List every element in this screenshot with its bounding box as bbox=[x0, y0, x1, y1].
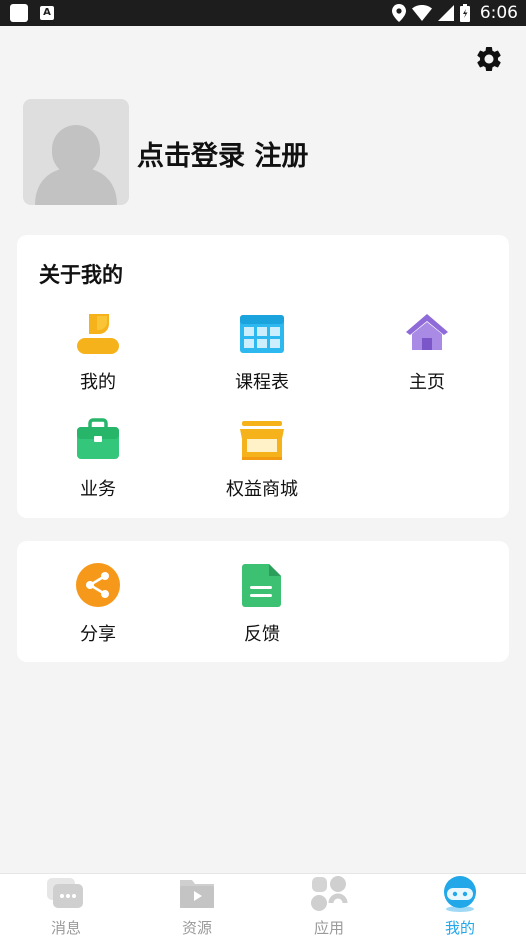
share-icon bbox=[76, 563, 120, 607]
about-me-card: 关于我的 我的 课程表 主页 业务 权益商城 bbox=[17, 235, 509, 518]
grid-item-business[interactable]: 业务 bbox=[38, 417, 158, 501]
grid-item-share[interactable]: 分享 bbox=[38, 562, 158, 646]
grid-item-rights-mall[interactable]: 权益商城 bbox=[202, 417, 322, 501]
tab-label: 消息 bbox=[50, 919, 81, 936]
a-icon: A bbox=[40, 6, 54, 20]
tab-label: 资源 bbox=[181, 919, 212, 936]
shop-icon bbox=[240, 421, 284, 460]
briefcase-icon bbox=[77, 418, 119, 459]
login-register-link[interactable]: 点击登录 注册 bbox=[137, 134, 308, 173]
gear-icon[interactable] bbox=[474, 44, 504, 74]
apps-icon bbox=[311, 876, 348, 911]
feedback-document-icon bbox=[242, 564, 281, 607]
home-icon bbox=[406, 314, 448, 350]
tab-label: 我的 bbox=[444, 919, 475, 936]
grid-item-label: 主页 bbox=[409, 372, 445, 393]
wifi-icon bbox=[411, 5, 432, 21]
tab-mine[interactable]: 我的 bbox=[420, 876, 500, 936]
grid-item-timetable[interactable]: 课程表 bbox=[202, 310, 322, 394]
timetable-icon bbox=[240, 315, 284, 353]
profile-icon bbox=[77, 314, 119, 354]
user-silhouette-icon bbox=[35, 125, 117, 205]
video-folder-icon bbox=[180, 880, 214, 908]
grid-item-feedback[interactable]: 反馈 bbox=[202, 562, 322, 646]
location-icon bbox=[391, 4, 406, 22]
extra-card: 分享 反馈 bbox=[17, 541, 509, 662]
tab-resources[interactable]: 资源 bbox=[157, 876, 237, 936]
avatar[interactable] bbox=[23, 99, 129, 205]
face-icon bbox=[444, 876, 476, 912]
bottom-tab-bar: 消息 资源 应用 我的 bbox=[0, 873, 526, 936]
app-icon bbox=[10, 4, 28, 22]
tab-apps[interactable]: 应用 bbox=[289, 876, 369, 936]
grid-item-label: 课程表 bbox=[235, 372, 289, 393]
battery-icon bbox=[459, 4, 470, 22]
grid-item-home[interactable]: 主页 bbox=[367, 310, 487, 394]
section-title: 关于我的 bbox=[39, 263, 123, 287]
tab-label: 应用 bbox=[313, 919, 344, 936]
grid-item-my[interactable]: 我的 bbox=[38, 310, 158, 394]
status-time: 6:06 bbox=[479, 3, 518, 23]
grid-item-label: 权益商城 bbox=[226, 479, 298, 500]
tab-messages[interactable]: 消息 bbox=[26, 876, 106, 936]
message-icon bbox=[47, 878, 83, 908]
status-bar: A 6:06 bbox=[0, 0, 526, 26]
grid-item-label: 业务 bbox=[80, 479, 116, 500]
signal-icon bbox=[437, 5, 454, 21]
grid-item-label: 反馈 bbox=[244, 624, 280, 645]
grid-item-label: 我的 bbox=[80, 372, 116, 393]
grid-item-label: 分享 bbox=[80, 624, 116, 645]
